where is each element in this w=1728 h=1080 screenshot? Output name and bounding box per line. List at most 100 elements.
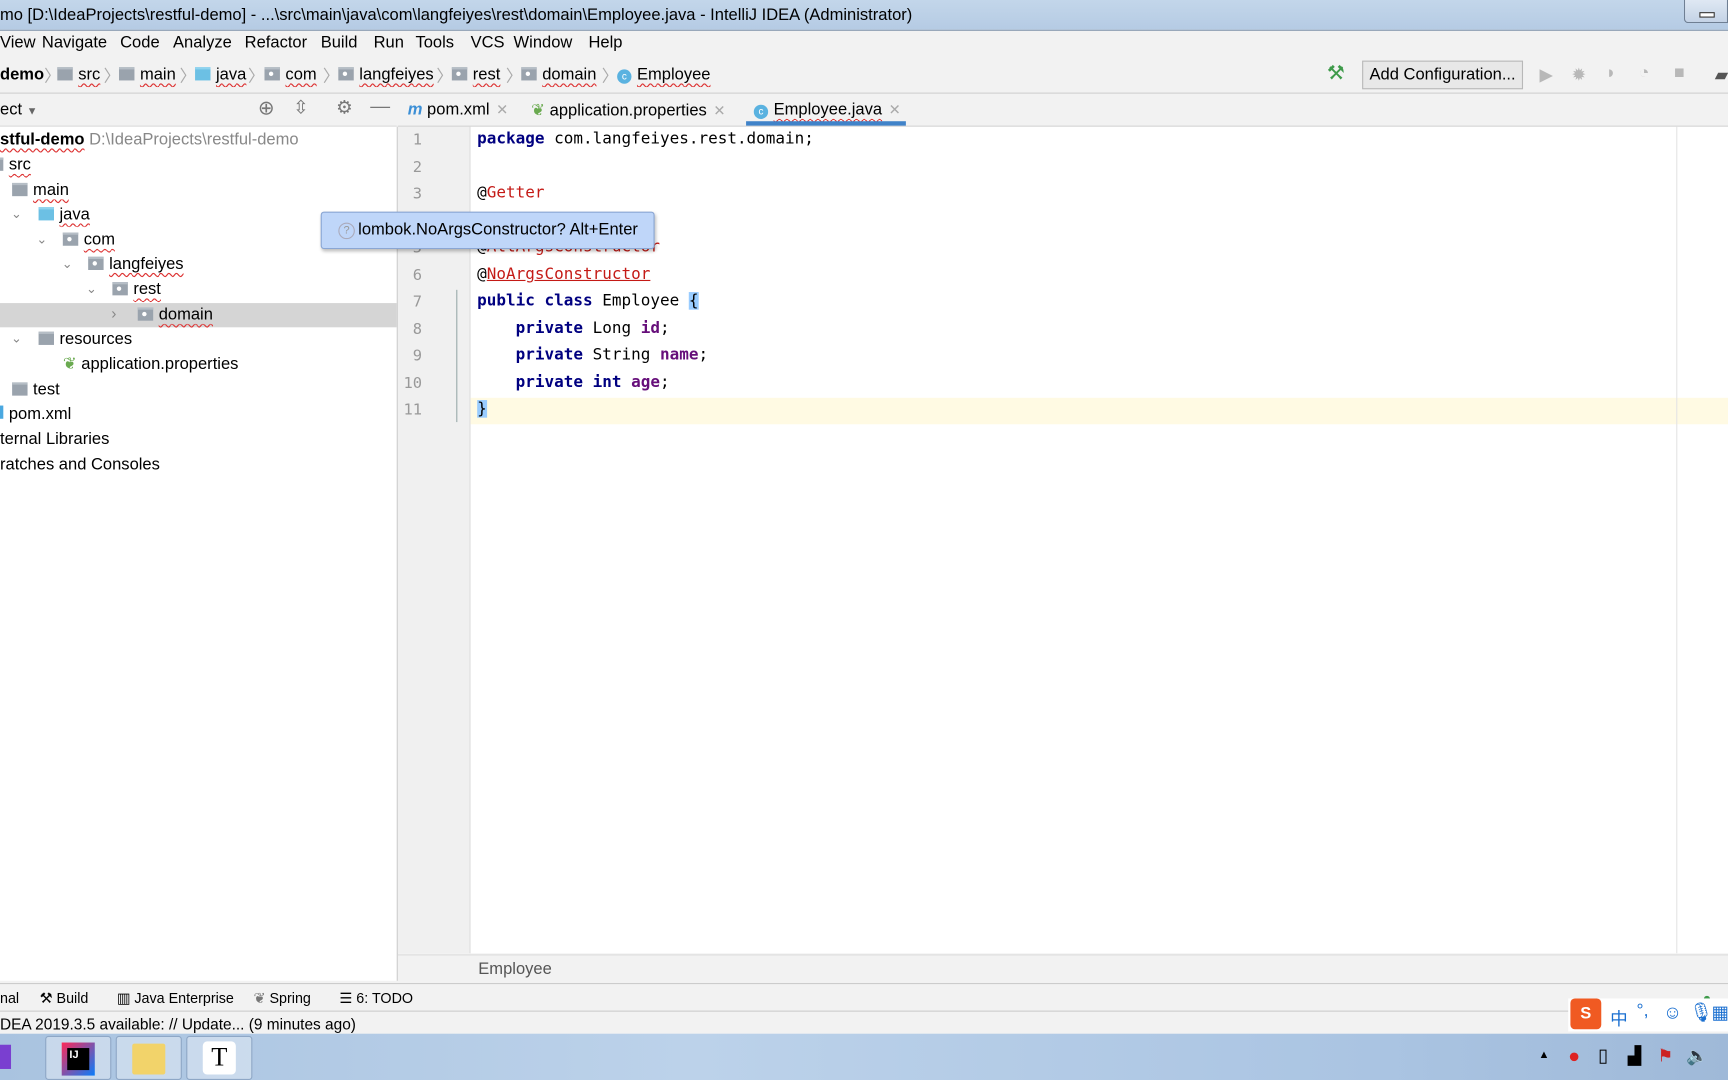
chevron-down-icon[interactable]: ⌄ — [62, 256, 73, 271]
package-icon — [451, 67, 468, 81]
tree-item-rest[interactable]: rest — [112, 278, 161, 302]
crumb-project[interactable]: demo — [0, 65, 44, 84]
tray-app-icon[interactable]: ● — [1568, 1045, 1580, 1068]
crumb-langfeiyes[interactable]: langfeiyes — [338, 65, 434, 84]
tool-label: Build — [56, 989, 89, 1007]
tree-item-java[interactable]: java — [38, 203, 90, 227]
tree-item-scratches[interactable]: ratches and Consoles — [0, 453, 160, 477]
project-panel-header: ect ▼ ⊕ ⇳ ⚙ — — [0, 94, 397, 127]
collapse-all-icon[interactable]: ⇳ — [293, 97, 309, 119]
code-text: ; — [698, 346, 709, 364]
tree-item-pom[interactable]: pom.xml — [0, 402, 71, 426]
tool-spring[interactable]: ❦ Spring — [253, 990, 310, 1008]
tree-item-test[interactable]: test — [12, 378, 60, 402]
taskbar-intellij[interactable]: IJ — [45, 1035, 112, 1080]
tab-employee-java[interactable]: c Employee.java ✕ — [753, 100, 901, 120]
active-tab-indicator — [746, 121, 906, 126]
tree-item-langfeiyes[interactable]: langfeiyes — [88, 252, 184, 276]
crumb-com[interactable]: com — [264, 65, 317, 84]
tool-build[interactable]: ⚒ Build — [40, 990, 89, 1008]
tree-item-resources[interactable]: resources — [38, 327, 132, 351]
minimize-button[interactable] — [1683, 0, 1728, 24]
package-icon — [264, 67, 280, 81]
hide-icon[interactable]: — — [370, 95, 390, 118]
tree-item-com[interactable]: com — [62, 228, 115, 252]
crumb-main[interactable]: main — [119, 65, 176, 84]
chevron-down-icon[interactable]: ⌄ — [11, 331, 22, 346]
chevron-down-icon[interactable]: ⌄ — [36, 231, 47, 246]
menu-vcs[interactable]: VCS — [471, 33, 505, 52]
tree-item-application-properties[interactable]: ❦ application.properties — [63, 353, 239, 377]
close-icon[interactable]: ✕ — [496, 101, 508, 118]
menu-build[interactable]: Build — [321, 33, 358, 52]
menu-navigate[interactable]: Navigate — [42, 33, 107, 52]
tree-item-src[interactable]: src — [0, 153, 31, 177]
menu-run[interactable]: Run — [374, 33, 404, 52]
stop-icon[interactable]: ■ — [1674, 64, 1685, 84]
tree-item-domain[interactable]: domain — [137, 303, 213, 327]
crumb-label: Employee — [636, 65, 711, 84]
add-configuration-button[interactable]: Add Configuration... — [1362, 60, 1524, 90]
menu-refactor[interactable]: Refactor — [245, 33, 307, 52]
tree-root[interactable]: stful-demo D:\IdeaProjects\restful-demo — [0, 128, 299, 152]
menu-view[interactable]: View — [0, 33, 36, 52]
ime-toolbar[interactable]: S 中 °, ☺ 🎙 ▦ — [1568, 998, 1728, 1032]
run-icon[interactable]: ▶ — [1540, 64, 1554, 86]
volume-icon[interactable]: 🔈 — [1686, 1045, 1708, 1067]
tray-device-icon[interactable]: ▯ — [1598, 1045, 1608, 1067]
action-center-icon[interactable]: ⚑ — [1657, 1045, 1673, 1067]
crumb-java[interactable]: java — [195, 65, 246, 84]
tree-label: test — [33, 380, 60, 399]
crumb-employee[interactable]: c Employee — [617, 65, 710, 84]
ime-mode[interactable]: 中 — [1610, 1004, 1628, 1030]
tool-terminal[interactable]: nal — [0, 990, 19, 1007]
package-icon — [112, 282, 128, 296]
tool-java-enterprise[interactable]: ▥ Java Enterprise — [117, 990, 234, 1008]
editor-tabs: m pom.xml ✕ ❦ application.properties ✕ c Em… — [397, 94, 1728, 127]
crumb-src[interactable]: src — [57, 65, 100, 84]
visual-studio-icon[interactable] — [0, 1044, 12, 1069]
editor-breadcrumb[interactable]: Employee — [478, 960, 552, 979]
gear-icon[interactable]: ⚙ — [336, 97, 353, 119]
crumb-rest[interactable]: rest — [451, 65, 500, 84]
chevron-down-icon[interactable]: ⌄ — [86, 281, 97, 296]
menu-window[interactable]: Window — [514, 33, 573, 52]
status-message[interactable]: DEA 2019.3.5 available: // Update... (9 … — [0, 1015, 356, 1033]
tree-label: com — [83, 230, 115, 250]
tray-expand-icon[interactable]: ▲ — [1538, 1049, 1549, 1061]
tool-todo[interactable]: ☰ 6: TODO — [339, 990, 413, 1008]
project-structure-icon[interactable]: ▰ — [1715, 64, 1728, 86]
build-hammer-icon[interactable]: ⚒ — [1327, 62, 1345, 85]
profile-icon[interactable]: ◔ — [1639, 64, 1650, 84]
tree-label: src — [8, 155, 31, 175]
tree-item-external-libraries[interactable]: ternal Libraries — [0, 428, 109, 452]
code-line-10: private int age; — [477, 374, 670, 392]
tab-pom-xml[interactable]: m pom.xml ✕ — [408, 100, 508, 119]
tab-application-properties[interactable]: ❦ application.properties ✕ — [531, 100, 725, 120]
close-icon[interactable]: ✕ — [889, 101, 901, 118]
package-icon — [88, 256, 104, 270]
tree-item-main[interactable]: main — [12, 179, 69, 203]
taskbar-explorer[interactable] — [115, 1035, 182, 1080]
close-icon[interactable]: ✕ — [713, 102, 725, 119]
locate-icon[interactable]: ⊕ — [258, 97, 275, 120]
intellij-icon: IJ — [61, 1042, 95, 1076]
menu-code[interactable]: Code — [120, 33, 160, 52]
menu-analyze[interactable]: Analyze — [173, 33, 232, 52]
import-hint-tooltip[interactable]: ? lombok.NoArgsConstructor? Alt+Enter — [320, 211, 655, 250]
taskbar-typora[interactable]: T — [186, 1035, 253, 1080]
source-folder-icon — [38, 207, 54, 221]
java-enterprise-icon: ▥ — [116, 989, 131, 1007]
debug-icon[interactable]: ✹ — [1572, 64, 1587, 86]
resources-folder-icon — [38, 331, 54, 345]
chevron-down-icon[interactable]: ⌄ — [11, 206, 22, 221]
network-icon[interactable]: ▟ — [1628, 1045, 1642, 1067]
crumb-domain[interactable]: domain — [521, 65, 596, 84]
chevron-right-icon: 〉 — [103, 67, 121, 86]
chevron-right-icon[interactable]: › — [111, 304, 116, 322]
project-view-selector[interactable]: ect ▼ — [0, 100, 38, 119]
coverage-icon[interactable]: ◗ — [1606, 64, 1617, 84]
menu-help[interactable]: Help — [588, 33, 622, 52]
menu-tools[interactable]: Tools — [415, 33, 454, 52]
current-line-highlight — [470, 397, 1728, 425]
